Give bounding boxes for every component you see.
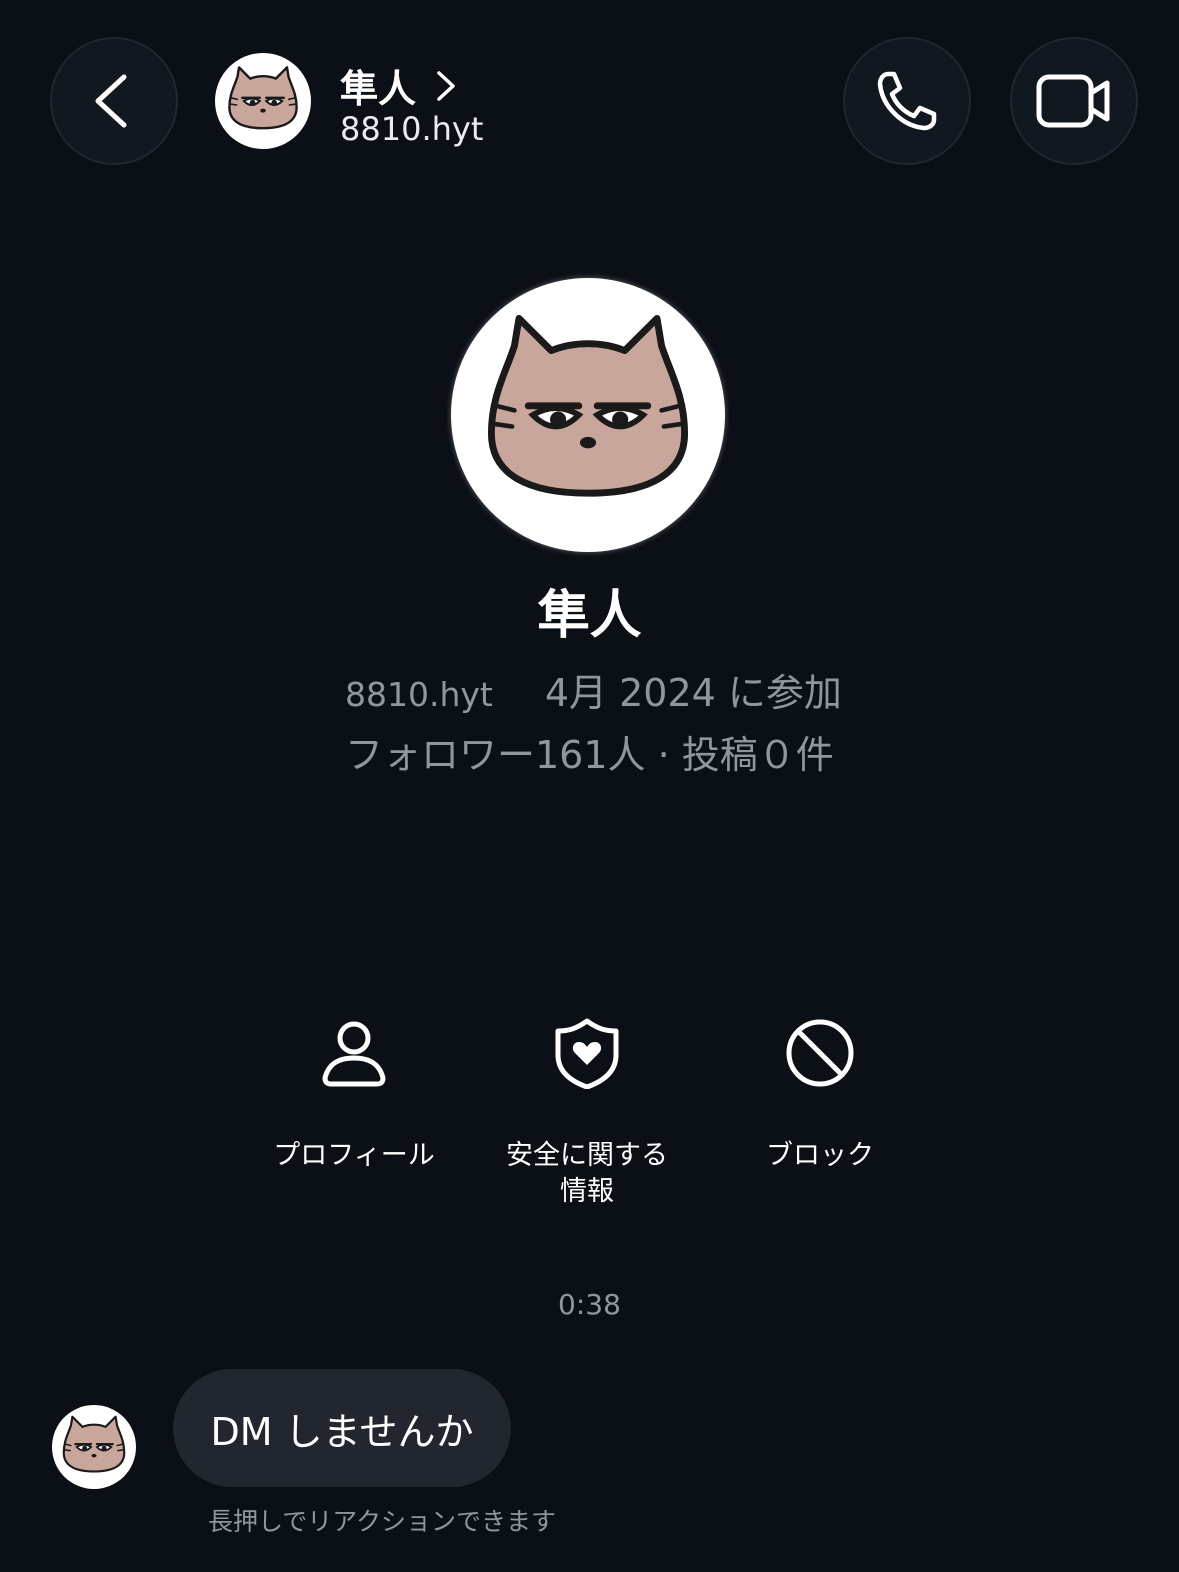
profile-avatar	[451, 278, 725, 552]
phone-icon	[877, 71, 937, 131]
block-label: ブロック	[766, 1140, 874, 1171]
profile-action-label: プロフィール	[273, 1140, 435, 1171]
cat-avatar-image	[228, 66, 298, 130]
dm-screen: 隼人 8810.hyt 隼人 8810.hyt 4月 2024 に参加 フォロワ…	[0, 0, 1179, 1572]
reaction-hint: 長押しでリアクションできます	[208, 1507, 557, 1536]
profile-meta: 8810.hyt 4月 2024 に参加	[345, 662, 842, 717]
profile-stats: フォロワー161人 · 投稿０件	[345, 733, 834, 777]
safety-info-button[interactable]: 安全に関する 情報	[467, 1015, 707, 1210]
profile-action-button[interactable]: プロフィール	[234, 1015, 474, 1174]
header-user-link[interactable]: 隼人	[340, 58, 458, 113]
chevron-right-icon	[437, 70, 455, 101]
chevron-left-icon	[95, 74, 127, 128]
block-icon	[786, 1019, 854, 1086]
cat-avatar-image	[473, 300, 703, 530]
video-camera-icon	[1036, 74, 1110, 128]
cat-avatar-image	[62, 1415, 126, 1473]
back-button[interactable]	[50, 37, 178, 165]
profile-name: 隼人	[537, 586, 642, 646]
profile-joined-date: 4月 2024 に参加	[544, 671, 842, 715]
safety-info-label: 安全に関する 情報	[506, 1140, 668, 1207]
message-text: DM しませんか	[210, 1409, 474, 1454]
header-handle[interactable]: 8810.hyt	[340, 110, 483, 148]
message-timestamp: 0:38	[558, 1288, 621, 1321]
voice-call-button[interactable]	[843, 37, 971, 165]
block-button[interactable]: ブロック	[700, 1015, 940, 1174]
message-bubble[interactable]: DM しませんか	[173, 1369, 511, 1487]
person-icon	[322, 1021, 386, 1086]
header-avatar[interactable]	[215, 53, 311, 149]
message-sender-avatar[interactable]	[52, 1405, 136, 1489]
header-name: 隼人	[340, 67, 417, 111]
shield-heart-icon	[555, 1018, 619, 1089]
video-call-button[interactable]	[1010, 37, 1138, 165]
profile-handle: 8810.hyt	[345, 675, 493, 714]
